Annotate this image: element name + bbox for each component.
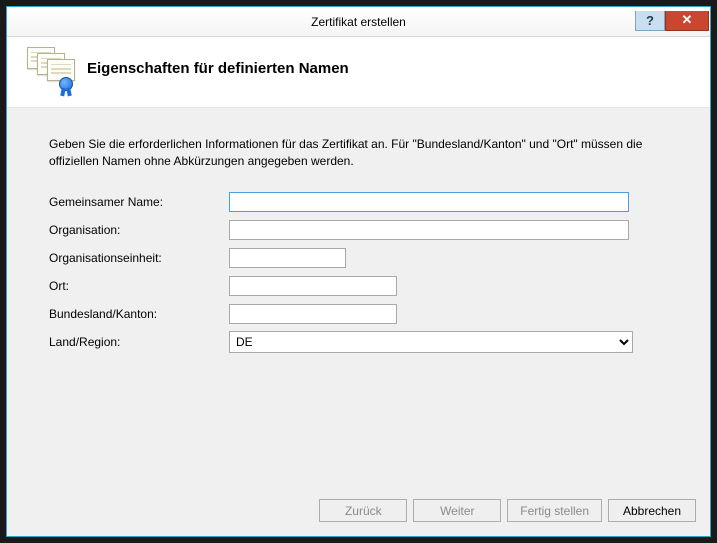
cancel-button[interactable]: Abbrechen: [608, 499, 696, 522]
titlebar: Zertifikat erstellen ? ✕: [7, 7, 710, 37]
common-name-field[interactable]: [229, 192, 629, 212]
finish-button[interactable]: Fertig stellen: [507, 499, 602, 522]
next-button[interactable]: Weiter: [413, 499, 501, 522]
back-button[interactable]: Zurück: [319, 499, 407, 522]
wizard-header: Eigenschaften für definierten Namen: [7, 37, 710, 108]
label-country: Land/Region:: [49, 335, 229, 349]
org-unit-field[interactable]: [229, 248, 346, 268]
label-common-name: Gemeinsamer Name:: [49, 195, 229, 209]
window-title: Zertifikat erstellen: [7, 15, 710, 29]
page-heading: Eigenschaften für definierten Namen: [87, 60, 349, 77]
help-button[interactable]: ?: [635, 11, 665, 31]
dialog-window: Zertifikat erstellen ? ✕ Eigenschaften f…: [6, 6, 711, 537]
label-state: Bundesland/Kanton:: [49, 307, 229, 321]
label-org-unit: Organisationseinheit:: [49, 251, 229, 265]
label-city: Ort:: [49, 279, 229, 293]
city-field[interactable]: [229, 276, 397, 296]
country-select[interactable]: DE: [229, 331, 633, 353]
certificate-icon: [27, 47, 73, 89]
close-button[interactable]: ✕: [665, 11, 709, 31]
state-field[interactable]: [229, 304, 397, 324]
close-icon: ✕: [682, 12, 693, 28]
organisation-field[interactable]: [229, 220, 629, 240]
label-organisation: Organisation:: [49, 223, 229, 237]
description-text: Geben Sie die erforderlichen Information…: [49, 136, 668, 171]
wizard-footer: Zurück Weiter Fertig stellen Abbrechen: [7, 487, 710, 536]
